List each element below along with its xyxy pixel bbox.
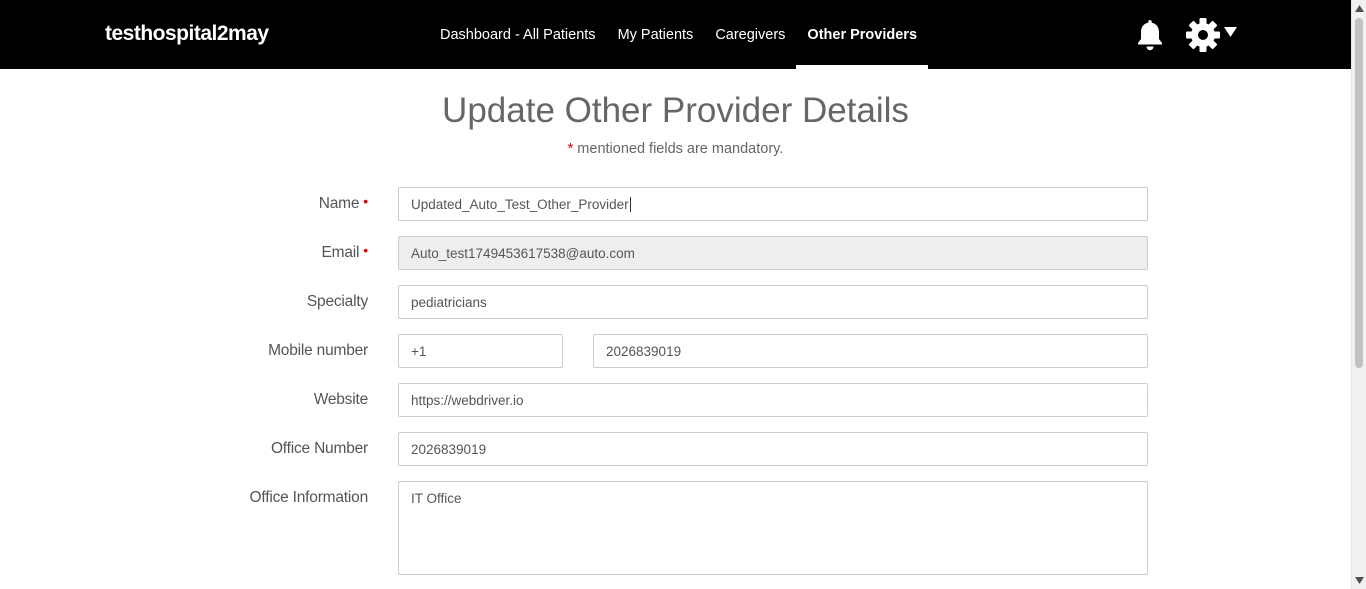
mobile-label: Mobile number — [268, 334, 368, 368]
website-input-value: https://webdriver.io — [411, 392, 524, 408]
name-required-marker: • — [363, 193, 368, 209]
page-title: Update Other Provider Details — [442, 91, 909, 130]
page: testhospital2may Dashboard - All Patient… — [0, 0, 1366, 589]
vertical-scrollbar[interactable] — [1351, 0, 1366, 589]
mobile-label-text: Mobile number — [268, 342, 368, 359]
name-label: Name • — [319, 187, 368, 221]
mobile-number-value: 2026839019 — [606, 343, 682, 359]
name-input-value: Updated_Auto_Test_Other_Provider — [411, 196, 629, 212]
mobile-number-input[interactable]: 2026839019 — [593, 334, 1148, 368]
text-cursor — [629, 196, 631, 212]
main-nav: Dashboard - All Patients My Patients Car… — [429, 0, 928, 69]
gear-icon[interactable] — [1185, 16, 1221, 54]
mandatory-star: * — [567, 141, 574, 157]
country-code-value: +1 — [411, 343, 427, 359]
office-info-textarea[interactable]: IT Office — [398, 481, 1148, 575]
office-number-label-text: Office Number — [270, 440, 368, 457]
name-input[interactable]: Updated_Auto_Test_Other_Provider — [398, 187, 1148, 221]
specialty-label-text: Specialty — [306, 293, 368, 310]
website-label: Website — [313, 383, 369, 417]
email-label: Email • — [321, 236, 369, 270]
office-info-label-text: Office Information — [249, 489, 369, 506]
nav-dashboard-all-patients[interactable]: Dashboard - All Patients — [429, 0, 607, 69]
nav-my-patients[interactable]: My Patients — [607, 0, 705, 69]
office-info-textarea-value: IT Office — [411, 491, 462, 506]
office-number-input-value: 2026839019 — [411, 441, 487, 457]
top-navbar: testhospital2may Dashboard - All Patient… — [0, 0, 1351, 69]
office-number-input[interactable]: 2026839019 — [398, 432, 1148, 466]
office-info-label: Office Information — [249, 481, 369, 515]
brand-logo[interactable]: testhospital2may — [105, 22, 269, 46]
office-number-label: Office Number — [271, 432, 368, 466]
name-label-text: Name — [318, 195, 360, 212]
scrollbar-thumb[interactable] — [1355, 18, 1363, 368]
email-required-marker: • — [363, 242, 368, 258]
specialty-label: Specialty — [307, 285, 368, 319]
specialty-input-value: pediatricians — [411, 294, 487, 310]
specialty-input[interactable]: pediatricians — [398, 285, 1148, 319]
mandatory-note: * mentioned fields are mandatory. — [0, 141, 1351, 157]
scroll-up-arrow-icon[interactable] — [1355, 5, 1364, 12]
bell-icon[interactable] — [1134, 17, 1166, 53]
nav-other-providers[interactable]: Other Providers — [796, 0, 928, 69]
website-input[interactable]: https://webdriver.io — [398, 383, 1148, 417]
email-input: Auto_test1749453617538@auto.com — [398, 236, 1148, 270]
email-input-value: Auto_test1749453617538@auto.com — [411, 245, 635, 261]
country-code-input[interactable]: +1 — [398, 334, 563, 368]
nav-caregivers[interactable]: Caregivers — [704, 0, 796, 69]
website-label-text: Website — [313, 391, 369, 408]
scroll-down-arrow-icon[interactable] — [1355, 577, 1364, 584]
mandatory-note-text: mentioned fields are mandatory. — [577, 141, 784, 157]
caret-down-icon[interactable] — [1224, 27, 1237, 37]
email-label-text: Email — [321, 244, 360, 261]
